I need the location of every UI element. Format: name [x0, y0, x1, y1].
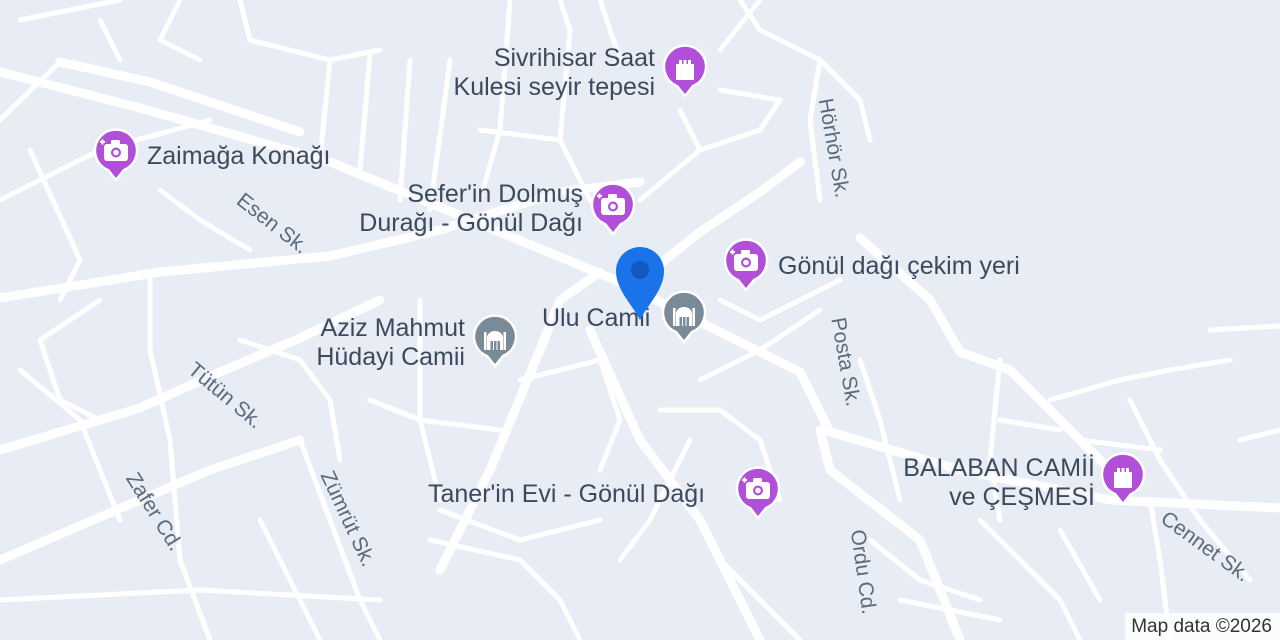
poi-label-aziz-mahmut[interactable]: Aziz Mahmut Hüdayi Camii: [285, 314, 465, 372]
camera-icon[interactable]: [590, 182, 636, 236]
castle-icon[interactable]: [662, 44, 708, 98]
camera-icon[interactable]: [735, 466, 781, 520]
poi-label-gonul-dagi[interactable]: Gönül dağı çekim yeri: [778, 252, 1020, 281]
poi-label-saat-kulesi[interactable]: Sivrihisar Saat Kulesi seyir tepesi: [420, 44, 655, 102]
camera-icon[interactable]: [93, 128, 139, 182]
poi-label-taner[interactable]: Taner'in Evi - Gönül Dağı: [428, 480, 705, 509]
mosque-icon[interactable]: [472, 314, 518, 368]
poi-label-balaban[interactable]: BALABAN CAMİİ ve ÇEŞMESİ: [870, 454, 1095, 512]
map-attribution[interactable]: Map data ©2026: [1125, 613, 1280, 640]
poi-label-sefer[interactable]: Sefer'in Dolmuş Durağı - Gönül Dağı: [335, 180, 583, 238]
camera-icon[interactable]: [723, 238, 769, 292]
poi-label-zaimaga[interactable]: Zaimağa Konağı: [147, 142, 330, 171]
location-pin-icon[interactable]: [612, 244, 668, 322]
castle-icon[interactable]: [1100, 452, 1146, 506]
map-canvas[interactable]: Hörhör Sk. Esen Sk. Posta Sk. Tütün Sk. …: [0, 0, 1280, 640]
